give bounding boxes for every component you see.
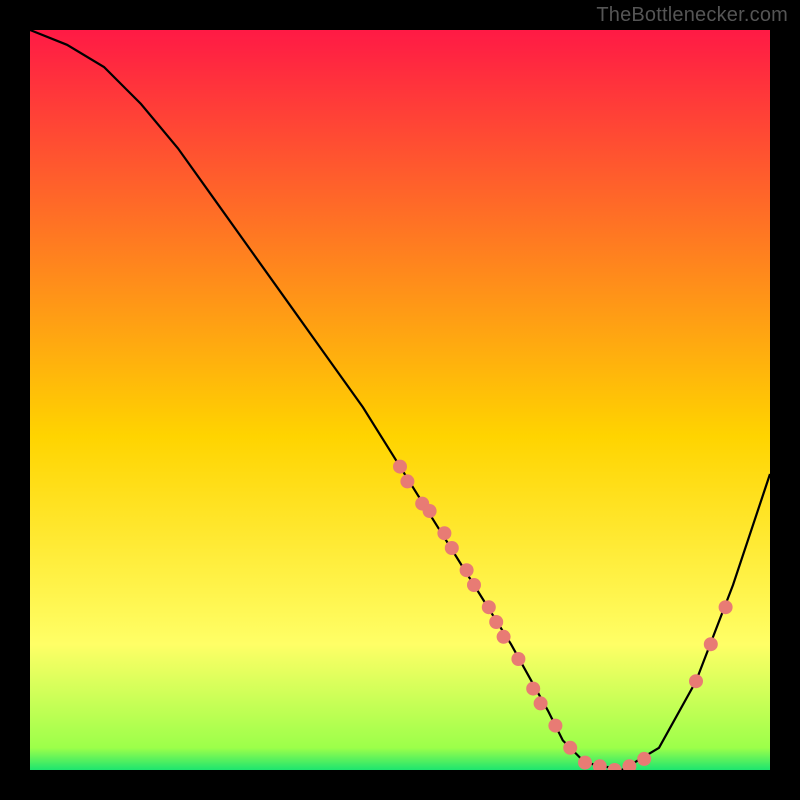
data-dot xyxy=(719,600,733,614)
watermark-text: TheBottlenecker.com xyxy=(596,4,788,27)
data-dot xyxy=(563,741,577,755)
data-dot xyxy=(445,541,459,555)
data-dot xyxy=(423,504,437,518)
data-dot xyxy=(489,615,503,629)
data-dot xyxy=(511,652,525,666)
data-dot xyxy=(704,637,718,651)
data-dot xyxy=(689,674,703,688)
gradient-background xyxy=(30,30,770,770)
data-dot xyxy=(637,752,651,766)
data-dot xyxy=(467,578,481,592)
data-dot xyxy=(497,630,511,644)
data-dot xyxy=(534,696,548,710)
chart-svg xyxy=(30,30,770,770)
data-dot xyxy=(437,526,451,540)
data-dot xyxy=(578,756,592,770)
chart-viewport xyxy=(30,30,770,770)
data-dot xyxy=(400,474,414,488)
data-dot xyxy=(526,682,540,696)
data-dot xyxy=(460,563,474,577)
data-dot xyxy=(482,600,496,614)
data-dot xyxy=(393,460,407,474)
data-dot xyxy=(548,719,562,733)
